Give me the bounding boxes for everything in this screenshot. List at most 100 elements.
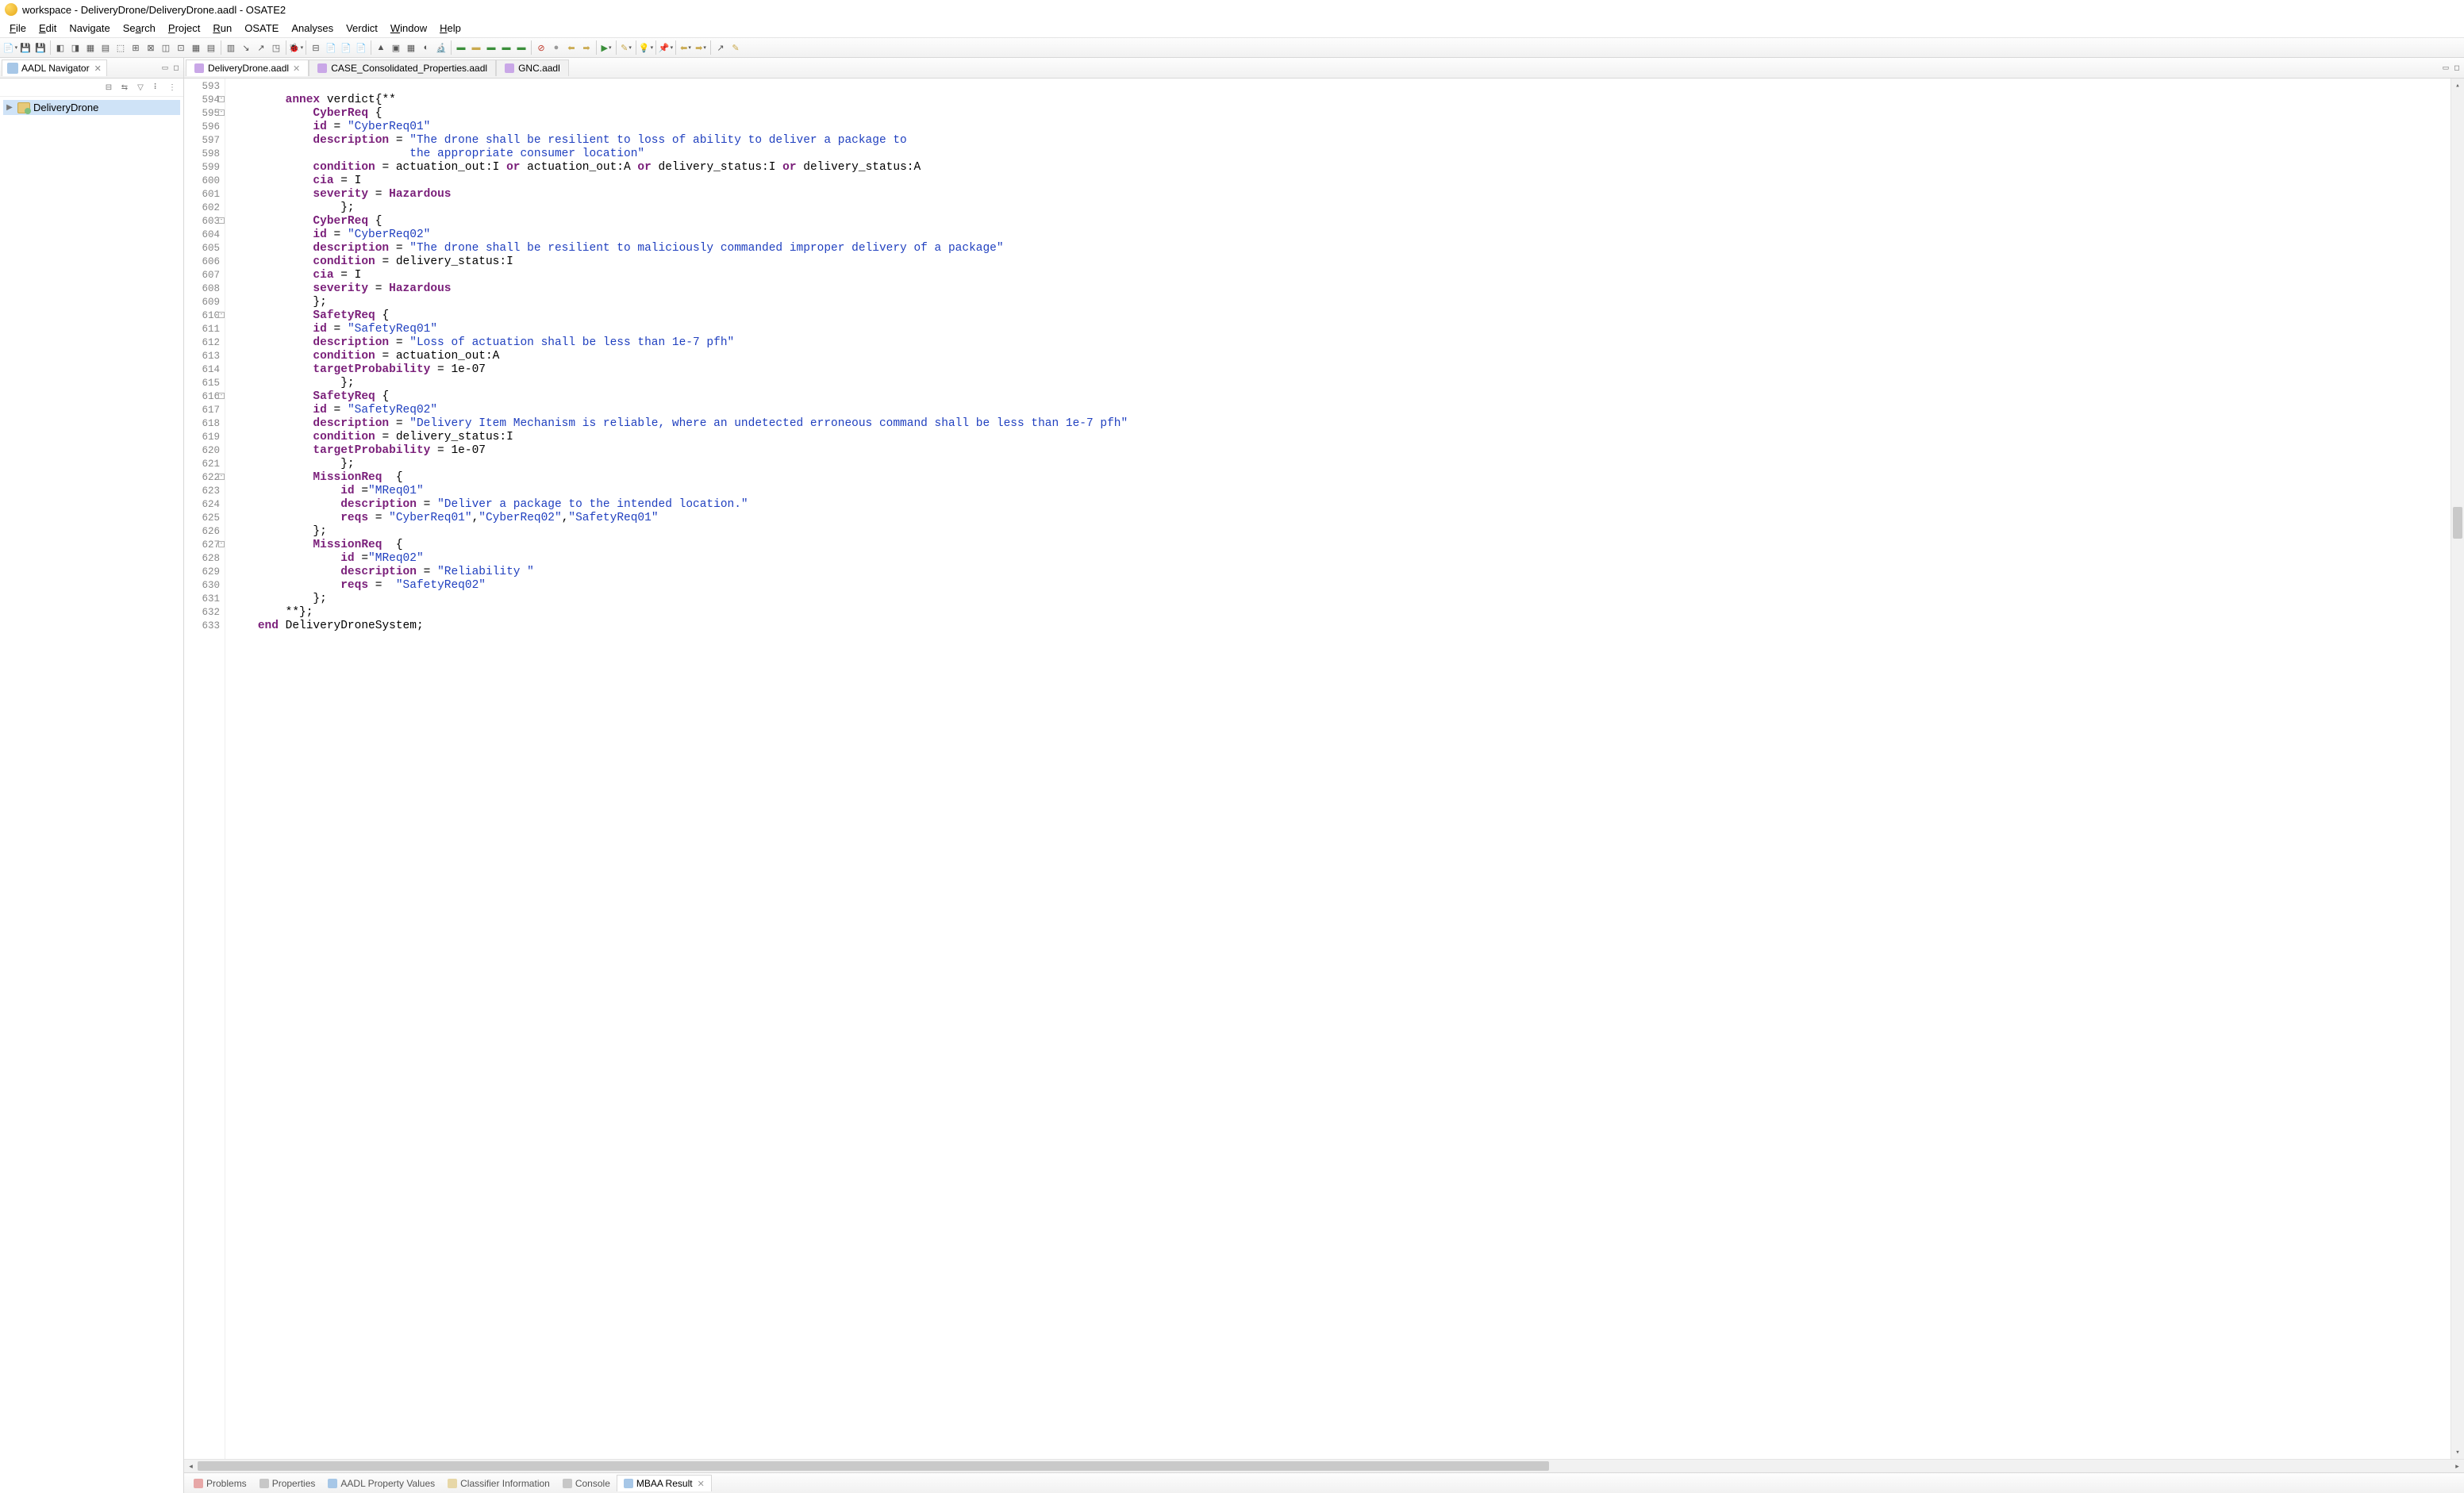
- menu-edit[interactable]: Edit: [33, 21, 63, 36]
- tool-icon[interactable]: ▬: [499, 40, 513, 55]
- debug-button[interactable]: 🐞: [289, 40, 303, 55]
- tool-icon[interactable]: ↗: [254, 40, 268, 55]
- mbaa-icon: [624, 1479, 633, 1488]
- stop-icon[interactable]: ⊘: [534, 40, 548, 55]
- tool-icon[interactable]: 📄: [339, 40, 353, 55]
- menu-navigate[interactable]: Navigate: [63, 21, 116, 36]
- tool-icon[interactable]: ▦: [83, 40, 98, 55]
- tool-icon[interactable]: ⬚: [113, 40, 128, 55]
- tool-icon[interactable]: ⬅: [564, 40, 579, 55]
- tool-icon[interactable]: 📄: [354, 40, 368, 55]
- close-icon[interactable]: ✕: [94, 63, 102, 74]
- new-button[interactable]: 📄: [3, 40, 17, 55]
- aadl-icon: [328, 1479, 337, 1488]
- filter-icon[interactable]: ▽: [134, 81, 147, 94]
- menu-search[interactable]: Search: [117, 21, 162, 36]
- tool-icon[interactable]: ✎: [728, 40, 743, 55]
- tab-aadl-property-values[interactable]: AADL Property Values: [321, 1476, 441, 1491]
- tool-icon[interactable]: ◨: [68, 40, 83, 55]
- menu-help[interactable]: Help: [433, 21, 467, 36]
- tool-icon[interactable]: ▣: [389, 40, 403, 55]
- menu-project[interactable]: Project: [162, 21, 206, 36]
- code-content[interactable]: annex verdict{** CyberReq { id = "CyberR…: [225, 79, 2451, 1459]
- menu-run[interactable]: Run: [206, 21, 238, 36]
- tool-icon[interactable]: ●: [549, 40, 563, 55]
- tool-icon[interactable]: ⊟: [309, 40, 323, 55]
- tool-icon[interactable]: ⊞: [129, 40, 143, 55]
- tab-properties[interactable]: Properties: [253, 1476, 322, 1491]
- code-editor[interactable]: 593594-595-596597598599600601602603-6046…: [184, 79, 2464, 1459]
- maximize-icon[interactable]: ◻: [171, 63, 182, 74]
- sidebar-tab-navigator[interactable]: AADL Navigator ✕: [2, 59, 107, 76]
- tool-icon[interactable]: 📄: [324, 40, 338, 55]
- menu-analyses[interactable]: Analyses: [285, 21, 340, 36]
- separator: [596, 40, 597, 55]
- back-button[interactable]: ⬅: [678, 40, 693, 55]
- tree-node-project[interactable]: ▶ DeliveryDrone: [3, 100, 180, 115]
- editor-tab-gnc[interactable]: GNC.aadl: [496, 59, 569, 76]
- menu-file[interactable]: File: [3, 21, 33, 36]
- separator: [531, 40, 532, 55]
- horizontal-scrollbar[interactable]: ◂ ▸: [184, 1459, 2464, 1472]
- minimize-icon[interactable]: ▭: [2440, 63, 2451, 74]
- tab-mbaa-result[interactable]: MBAA Result✕: [617, 1475, 712, 1491]
- run-button[interactable]: ▶: [599, 40, 613, 55]
- link-editor-icon[interactable]: ⇆: [118, 81, 131, 94]
- tab-label: AADL Property Values: [340, 1478, 435, 1489]
- tool-icon[interactable]: ▦: [404, 40, 418, 55]
- scroll-left-icon[interactable]: ◂: [184, 1462, 198, 1471]
- expand-arrow-icon[interactable]: ▶: [5, 103, 14, 112]
- tool-icon[interactable]: ▬: [469, 40, 483, 55]
- tool-icon[interactable]: ✎: [619, 40, 633, 55]
- window-title: workspace - DeliveryDrone/DeliveryDrone.…: [22, 4, 286, 16]
- close-icon[interactable]: ✕: [293, 63, 300, 74]
- tab-console[interactable]: Console: [556, 1476, 617, 1491]
- tool-icon[interactable]: ▥: [224, 40, 238, 55]
- tool-icon[interactable]: ↘: [239, 40, 253, 55]
- tool-icon[interactable]: ◳: [269, 40, 283, 55]
- tool-icon[interactable]: ⊠: [144, 40, 158, 55]
- scroll-up-icon[interactable]: ▴: [2451, 79, 2464, 92]
- tool-icon[interactable]: ▬: [454, 40, 468, 55]
- menu-verdict[interactable]: Verdict: [340, 21, 384, 36]
- menu-osate[interactable]: OSATE: [238, 21, 285, 36]
- collapse-all-icon[interactable]: ⊟: [102, 81, 115, 94]
- tool-icon[interactable]: ▦: [189, 40, 203, 55]
- tool-icon[interactable]: ➡: [579, 40, 594, 55]
- tool-icon[interactable]: 🔬: [434, 40, 448, 55]
- forward-button[interactable]: ➡: [694, 40, 708, 55]
- titlebar: workspace - DeliveryDrone/DeliveryDrone.…: [0, 0, 2464, 19]
- editor-tab-case[interactable]: CASE_Consolidated_Properties.aadl: [309, 59, 496, 76]
- tool-icon[interactable]: ⊡: [174, 40, 188, 55]
- tool-icon[interactable]: 💡: [639, 40, 653, 55]
- line-number-gutter: 593594-595-596597598599600601602603-6046…: [184, 79, 225, 1459]
- tool-icon[interactable]: 📌: [659, 40, 673, 55]
- scroll-right-icon[interactable]: ▸: [2451, 1462, 2464, 1471]
- tool-icon[interactable]: ↗: [713, 40, 728, 55]
- scroll-thumb[interactable]: [2453, 507, 2462, 539]
- tool-icon[interactable]: ◫: [159, 40, 173, 55]
- close-icon[interactable]: ✕: [698, 1479, 705, 1489]
- tool-icon[interactable]: ▤: [204, 40, 218, 55]
- scroll-down-icon[interactable]: ▾: [2451, 1445, 2464, 1459]
- scroll-thumb[interactable]: [198, 1461, 1549, 1471]
- tool-icon[interactable]: ◧: [53, 40, 67, 55]
- tool-icon[interactable]: ▬: [514, 40, 529, 55]
- separator: [50, 40, 51, 55]
- save-button[interactable]: 💾: [18, 40, 33, 55]
- view-menu-icon[interactable]: ⠇: [150, 81, 163, 94]
- vertical-scrollbar[interactable]: ▴ ▾: [2451, 79, 2464, 1459]
- menu-window[interactable]: Window: [384, 21, 433, 36]
- tool-icon[interactable]: ▬: [484, 40, 498, 55]
- tab-problems[interactable]: Problems: [187, 1476, 253, 1491]
- tool-icon[interactable]: ▤: [98, 40, 113, 55]
- maximize-icon[interactable]: ◻: [2451, 63, 2462, 74]
- editor-tab-deliverydrone[interactable]: DeliveryDrone.aadl ✕: [186, 59, 309, 76]
- save-all-button[interactable]: 💾: [33, 40, 48, 55]
- project-tree[interactable]: ▶ DeliveryDrone: [0, 97, 183, 118]
- menu-icon[interactable]: ⋮: [166, 81, 179, 94]
- tool-icon[interactable]: ◐: [419, 40, 433, 55]
- tab-classifier-information[interactable]: Classifier Information: [441, 1476, 556, 1491]
- minimize-icon[interactable]: ▭: [160, 63, 171, 74]
- tool-icon[interactable]: ▲: [374, 40, 388, 55]
